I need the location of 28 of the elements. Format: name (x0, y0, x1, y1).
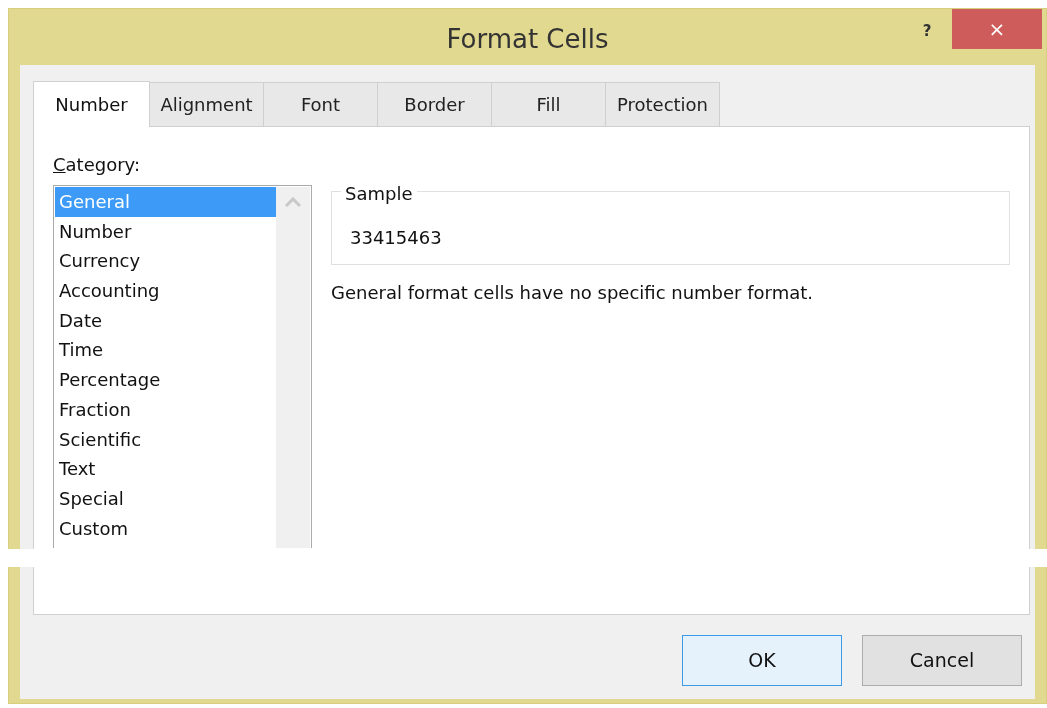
tab[interactable]: Number (33, 81, 150, 127)
category-item[interactable]: Percentage (55, 365, 276, 395)
sample-value: 33415463 (350, 226, 443, 250)
category-item[interactable]: Text (55, 454, 276, 484)
dialog-button[interactable]: Cancel (862, 635, 1022, 686)
category-list[interactable]: General Number Currency Accounting Date Time Percentage Fraction Scientific Text Special Custom (53, 185, 312, 548)
tab[interactable]: Border (377, 82, 492, 126)
window-title: Format Cells (446, 23, 609, 56)
category-item[interactable]: Number (55, 216, 276, 247)
category-item[interactable]: Accounting (55, 276, 276, 306)
tab[interactable]: Protection (605, 82, 720, 126)
scroll-up-icon[interactable] (285, 197, 301, 207)
help-button[interactable]: ? (912, 17, 942, 45)
category-item[interactable]: Fraction (55, 394, 276, 425)
dialog-button[interactable]: OK (682, 635, 842, 686)
category-label: Category: (53, 153, 141, 177)
category-item[interactable]: Currency (55, 246, 276, 277)
category-item[interactable]: Special (55, 483, 276, 514)
scrollbar[interactable] (276, 187, 310, 548)
tab[interactable]: Font (263, 82, 378, 126)
format-description: General format cells have no specific number format. (331, 281, 815, 305)
category-item[interactable]: Time (55, 335, 276, 366)
tab[interactable]: Alignment (149, 82, 264, 126)
category-item[interactable]: Date (55, 305, 276, 336)
close-button[interactable]: × (952, 9, 1042, 49)
tab[interactable]: Fill (491, 82, 606, 126)
category-item[interactable]: Custom (55, 513, 276, 544)
category-item[interactable]: Scientific (55, 424, 276, 455)
